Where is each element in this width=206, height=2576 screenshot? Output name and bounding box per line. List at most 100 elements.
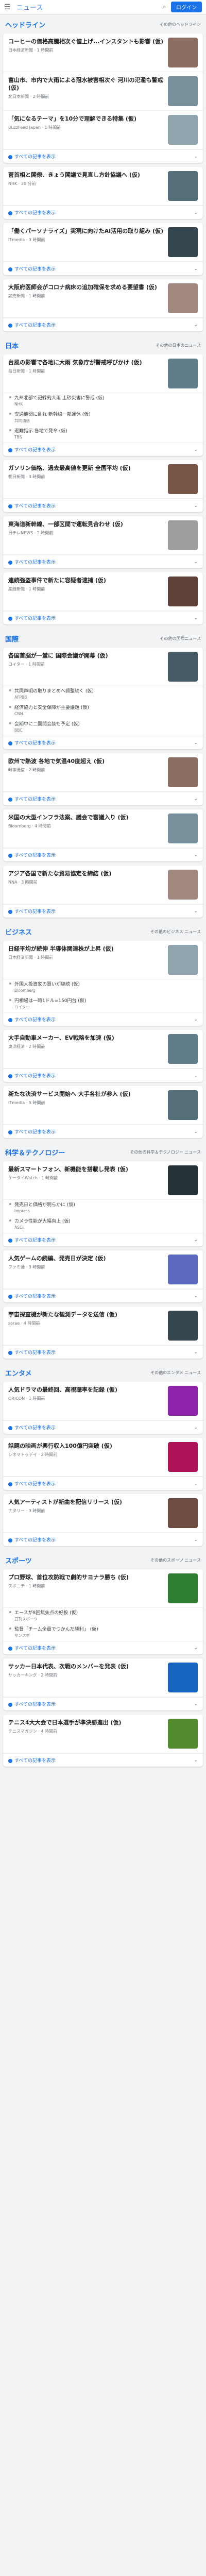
- full-coverage-link[interactable]: すべての記事を表示 ⌄: [3, 1233, 203, 1246]
- full-coverage-link[interactable]: すべての記事を表示 ⌄: [3, 555, 203, 568]
- related-story[interactable]: カメラ性能が大幅向上 (仮) ASCII: [3, 1216, 203, 1233]
- story-thumbnail[interactable]: [168, 76, 198, 106]
- story-thumbnail[interactable]: [168, 227, 198, 257]
- chevron-down-icon[interactable]: ⌄: [194, 560, 198, 565]
- story-headline[interactable]: 欧州で熱波 各地で気温40度超え (仮): [8, 757, 164, 765]
- story-headline[interactable]: アジア各国で新たな貿易協定を締結 (仮): [8, 870, 164, 877]
- full-coverage-link[interactable]: すべての記事を表示 ⌄: [3, 1753, 203, 1767]
- story-item[interactable]: 大阪府医師会がコロナ病床の追加確保を求める要望書 (仮) 読売新聞 · 1 時間前: [3, 279, 203, 318]
- full-coverage-link[interactable]: すべての記事を表示 ⌄: [3, 1641, 203, 1654]
- section-title[interactable]: 科学＆テクノロジー: [5, 1147, 65, 1157]
- story-item[interactable]: 「気になるテーマ」を10分で理解できる特集 (仮) BuzzFeed Japan …: [3, 111, 203, 149]
- chevron-down-icon[interactable]: ⌄: [194, 1294, 198, 1299]
- chevron-down-icon[interactable]: ⌄: [194, 909, 198, 914]
- related-story[interactable]: 九州北部で記録的大雨 土砂災害に警戒 (仮) NHK: [3, 393, 203, 410]
- story-thumbnail[interactable]: [168, 1311, 198, 1341]
- story-item[interactable]: 宇宙探査機が新たな観測データを送信 (仮) sorae · 4 時間前: [3, 1307, 203, 1345]
- full-coverage-link[interactable]: すべての記事を表示 ⌄: [3, 499, 203, 512]
- chevron-down-icon[interactable]: ⌄: [194, 740, 198, 745]
- story-thumbnail[interactable]: [168, 1442, 198, 1472]
- section-title[interactable]: スポーツ: [5, 1555, 32, 1565]
- section-more-link[interactable]: その他のヘッドライン: [160, 22, 201, 27]
- section-title[interactable]: ビジネス: [5, 927, 32, 937]
- story-thumbnail[interactable]: [168, 38, 198, 67]
- story-headline[interactable]: 宇宙探査機が新たな観測データを送信 (仮): [8, 1311, 164, 1318]
- related-story[interactable]: 会期中に二国間会談も予定 (仮) BBC: [3, 719, 203, 736]
- login-button[interactable]: ログイン: [171, 2, 202, 12]
- story-thumbnail[interactable]: [168, 1663, 198, 1692]
- story-item[interactable]: 米国の大型インフラ法案、議会で審議入り (仮) Bloomberg · 4 時間前: [3, 809, 203, 848]
- related-story[interactable]: 避難指示 各地で発令 (仮) TBS: [3, 426, 203, 443]
- story-headline[interactable]: 最新スマートフォン、新機能を搭載し発表 (仮): [8, 1165, 164, 1173]
- section-more-link[interactable]: その他の科学＆テクノロジー ニュース: [130, 1149, 201, 1155]
- related-story[interactable]: 監督「チーム全員でつかんだ勝利」 (仮) サンスポ: [3, 1624, 203, 1641]
- chevron-down-icon[interactable]: ⌄: [194, 1350, 198, 1355]
- chevron-down-icon[interactable]: ⌄: [194, 853, 198, 858]
- full-coverage-link[interactable]: すべての記事を表示 ⌄: [3, 792, 203, 805]
- full-coverage-link[interactable]: すべての記事を表示 ⌄: [3, 1125, 203, 1138]
- story-headline[interactable]: プロ野球、首位攻防戦で劇的サヨナラ勝ち (仮): [8, 1573, 164, 1581]
- section-more-link[interactable]: その他の日本のニュース: [156, 343, 201, 348]
- full-coverage-link[interactable]: すべての記事を表示 ⌄: [3, 1697, 203, 1710]
- full-coverage-link[interactable]: すべての記事を表示 ⌄: [3, 318, 203, 331]
- related-story[interactable]: 交通機関に乱れ 新幹線一部運休 (仮) 共同通信: [3, 410, 203, 426]
- chevron-down-icon[interactable]: ⌄: [194, 503, 198, 509]
- story-item[interactable]: 最新スマートフォン、新機能を搭載し発表 (仮) ケータイWatch · 1 時間前: [3, 1161, 203, 1200]
- chevron-down-icon[interactable]: ⌄: [194, 154, 198, 159]
- story-thumbnail[interactable]: [168, 1034, 198, 1064]
- app-logo[interactable]: ニュース: [16, 2, 43, 12]
- story-thumbnail[interactable]: [168, 1498, 198, 1528]
- story-item[interactable]: 富山市、市内で大雨による冠水被害相次ぐ 河川の氾濫も警戒 (仮) 北日本新聞 · …: [3, 72, 203, 111]
- story-thumbnail[interactable]: [168, 520, 198, 550]
- story-item[interactable]: コーヒーの価格高騰相次ぐ値上げ...インスタントも影響 (仮) 日本経済新聞 · …: [3, 33, 203, 72]
- story-item[interactable]: 大手自動車メーカー、EV戦略を加速 (仮) 東洋経済 · 2 時間前: [3, 1030, 203, 1069]
- chevron-down-icon[interactable]: ⌄: [194, 1537, 198, 1543]
- story-headline[interactable]: 大手自動車メーカー、EV戦略を加速 (仮): [8, 1034, 164, 1042]
- chevron-down-icon[interactable]: ⌄: [194, 1129, 198, 1134]
- story-thumbnail[interactable]: [168, 757, 198, 787]
- chevron-down-icon[interactable]: ⌄: [194, 1646, 198, 1651]
- story-thumbnail[interactable]: [168, 945, 198, 975]
- chevron-down-icon[interactable]: ⌄: [194, 266, 198, 272]
- related-story[interactable]: 外国人投資家の買いが継続 (仮) Bloomberg: [3, 979, 203, 996]
- section-more-link[interactable]: その他のエンタメ ニュース: [150, 1370, 201, 1376]
- story-thumbnail[interactable]: [168, 652, 198, 682]
- story-thumbnail[interactable]: [168, 1255, 198, 1284]
- chevron-down-icon[interactable]: ⌄: [194, 1758, 198, 1763]
- full-coverage-link[interactable]: すべての記事を表示 ⌄: [3, 736, 203, 749]
- full-coverage-link[interactable]: すべての記事を表示 ⌄: [3, 1289, 203, 1302]
- story-headline[interactable]: 人気ドラマの最終回、高視聴率を記録 (仮): [8, 1386, 164, 1394]
- story-headline[interactable]: 連続強盗事件で新たに容疑者逮捕 (仮): [8, 577, 164, 584]
- section-title[interactable]: ヘッドライン: [5, 20, 45, 29]
- full-coverage-link[interactable]: すべての記事を表示 ⌄: [3, 149, 203, 163]
- related-story[interactable]: 共同声明の取りまとめへ調整続く (仮) AFPBB: [3, 686, 203, 703]
- chevron-down-icon[interactable]: ⌄: [194, 323, 198, 328]
- chevron-down-icon[interactable]: ⌄: [194, 210, 198, 215]
- search-icon[interactable]: ⌕: [162, 3, 166, 11]
- chevron-down-icon[interactable]: ⌄: [194, 1702, 198, 1707]
- story-headline[interactable]: テニス4大大会で日本選手が準決勝進出 (仮): [8, 1719, 164, 1726]
- story-item[interactable]: 菅首相と閣僚、きょう閣議で見直し方針協議へ (仮) NHK · 30 分前: [3, 167, 203, 206]
- chevron-down-icon[interactable]: ⌄: [194, 1073, 198, 1078]
- story-item[interactable]: 人気ゲームの続編、発売日が決定 (仮) ファミ通 · 3 時間前: [3, 1250, 203, 1289]
- section-more-link[interactable]: その他の国際ニュース: [160, 636, 201, 641]
- story-headline[interactable]: サッカー日本代表、次戦のメンバーを発表 (仮): [8, 1663, 164, 1670]
- story-thumbnail[interactable]: [168, 577, 198, 606]
- story-headline[interactable]: 各国首脳が一堂に 国際会議が開幕 (仮): [8, 652, 164, 659]
- full-coverage-link[interactable]: すべての記事を表示 ⌄: [3, 848, 203, 861]
- story-item[interactable]: サッカー日本代表、次戦のメンバーを発表 (仮) サッカーキング · 2 時間前: [3, 1658, 203, 1697]
- full-coverage-link[interactable]: すべての記事を表示 ⌄: [3, 1533, 203, 1546]
- story-item[interactable]: 各国首脳が一堂に 国際会議が開幕 (仮) ロイター · 1 時間前: [3, 648, 203, 686]
- story-headline[interactable]: 日経平均が続伸 半導体関連株が上昇 (仮): [8, 945, 164, 953]
- story-item[interactable]: 日経平均が続伸 半導体関連株が上昇 (仮) 日本経済新聞 · 1 時間前: [3, 941, 203, 979]
- full-coverage-link[interactable]: すべての記事を表示 ⌄: [3, 1345, 203, 1359]
- menu-icon[interactable]: ☰: [4, 3, 12, 11]
- story-item[interactable]: 人気ドラマの最終回、高視聴率を記録 (仮) ORICON · 1 時間前: [3, 1382, 203, 1420]
- story-item[interactable]: ガソリン価格、過去最高値を更新 全国平均 (仮) 朝日新聞 · 3 時間前: [3, 460, 203, 499]
- full-coverage-link[interactable]: すべての記事を表示 ⌄: [3, 1012, 203, 1026]
- story-thumbnail[interactable]: [168, 115, 198, 145]
- story-headline[interactable]: 新たな決済サービス開始へ 大手各社が参入 (仮): [8, 1090, 164, 1098]
- story-headline[interactable]: 「働くパーソナライズ」実現に向けたAI活用の取り組み (仮): [8, 227, 164, 235]
- story-item[interactable]: アジア各国で新たな貿易協定を締結 (仮) NNA · 3 時間前: [3, 866, 203, 904]
- story-item[interactable]: 新たな決済サービス開始へ 大手各社が参入 (仮) ITmedia · 5 時間前: [3, 1086, 203, 1125]
